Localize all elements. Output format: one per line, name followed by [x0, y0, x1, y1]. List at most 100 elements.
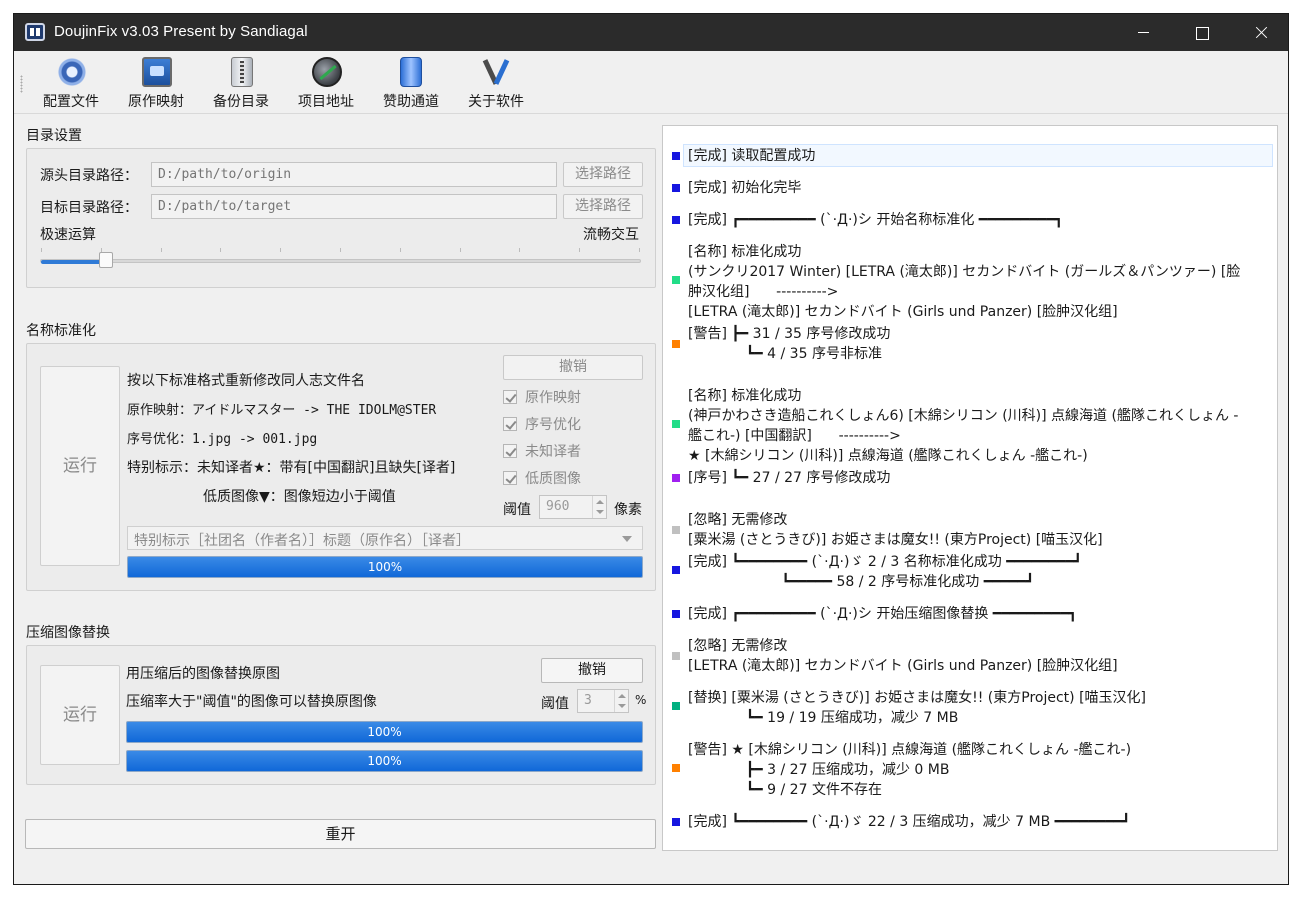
toolbar-config-button[interactable]: 配置文件 — [31, 55, 111, 111]
status-square-icon — [672, 526, 680, 534]
chevron-down-icon — [622, 536, 632, 542]
toolbar-mapping-button[interactable]: 原作映射 — [116, 55, 196, 111]
choose-source-button[interactable]: 选择路径 — [563, 162, 643, 187]
log-text: [名称] 标准化成功 (サンクリ2017 Winter) [LETRA (滝太郎… — [688, 244, 1241, 320]
status-square-icon — [672, 474, 680, 482]
source-dir-input[interactable] — [151, 162, 557, 187]
app-window: DoujinFix v3.03 Present by Sandiagal 配置文… — [13, 13, 1289, 885]
log-text: [完成] ┗━━━━━━━━ (`·Д·)ゞ 22 / 3 压缩成功，减少 7 … — [688, 814, 1131, 830]
speed-slider-track[interactable] — [40, 259, 641, 263]
status-square-icon — [672, 610, 680, 618]
name-norm-desc-5: 低质图像▼：图像短边小于阈值 — [203, 489, 396, 505]
status-square-icon — [672, 818, 680, 826]
window-title: DoujinFix v3.03 Present by Sandiagal — [54, 23, 308, 40]
option-label: 序号优化 — [525, 417, 581, 433]
status-square-icon — [672, 184, 680, 192]
close-button[interactable] — [1231, 14, 1288, 51]
slider-tick — [460, 248, 461, 252]
name-norm-progress: 100% — [127, 556, 643, 578]
backup-icon — [231, 57, 253, 87]
name-norm-threshold-spin[interactable]: 960 — [539, 495, 607, 519]
speed-left-label: 极速运算 — [40, 227, 96, 243]
option-unknown-translator[interactable]: 未知译者 — [503, 441, 581, 461]
log-text: [忽略] 无需修改 [LETRA (滝太郎)] セカンドバイト (Girls u… — [688, 638, 1118, 674]
option-low-quality[interactable]: 低质图像 — [503, 468, 581, 488]
option-number-optimize[interactable]: 序号优化 — [503, 414, 581, 434]
dir-settings-group: 源头目录路径： 选择路径 目标目录路径： 选择路径 极速运算 流畅交互 — [26, 148, 656, 288]
status-square-icon — [672, 276, 680, 284]
option-label: 未知译者 — [525, 444, 581, 460]
compress-threshold-label: 阈值 — [541, 696, 569, 712]
toolbar-label: 原作映射 — [128, 94, 184, 110]
log-text: [完成] ┏━━━━━━━━━ (`·Д·)シ 开始名称标准化 ━━━━━━━━… — [688, 212, 1064, 228]
restart-button[interactable]: 重开 — [25, 819, 656, 849]
toolbar-label: 备份目录 — [213, 94, 269, 110]
compress-threshold-unit: % — [635, 693, 647, 707]
title-bar[interactable]: DoujinFix v3.03 Present by Sandiagal — [14, 14, 1288, 51]
name-norm-run-button[interactable]: 运行 — [40, 366, 120, 566]
slider-tick — [161, 248, 162, 252]
slider-tick — [639, 248, 640, 252]
slider-tick — [340, 248, 341, 252]
minimize-button[interactable] — [1114, 14, 1172, 51]
checkbox-icon — [503, 444, 517, 458]
choose-target-button[interactable]: 选择路径 — [563, 194, 643, 219]
spin-arrows-icon[interactable] — [592, 496, 606, 518]
spin-arrows-icon[interactable] — [614, 690, 628, 712]
log-text: [警告] ★ [木綿シリコン (川科)] 点線海道 (艦隊これくしょん -艦これ… — [688, 742, 1132, 798]
threshold-value: 960 — [546, 499, 570, 514]
compress-group: 运行 用压缩后的图像替换原图 压缩率大于"阈值"的图像可以替换原图像 撤销 阈值… — [26, 645, 656, 785]
target-dir-input[interactable] — [151, 194, 557, 219]
slider-tick — [519, 248, 520, 252]
toolbar-label: 关于软件 — [468, 94, 524, 110]
name-norm-cancel-button[interactable]: 撤销 — [503, 355, 643, 380]
speed-slider-handle[interactable] — [99, 252, 113, 268]
compress-threshold-spin[interactable]: 3 — [577, 689, 629, 713]
log-text: [完成] 读取配置成功 — [688, 148, 816, 164]
compress-desc-2: 压缩率大于"阈值"的图像可以替换原图像 — [126, 694, 377, 710]
toolbar: 配置文件 原作映射 备份目录 项目地址 赞助通道 关于软件 — [14, 51, 1288, 114]
project-icon — [312, 57, 342, 87]
toolbar-grip[interactable] — [20, 75, 23, 93]
dir-settings-title: 目录设置 — [26, 128, 82, 144]
log-text: [警告] ┣━ 31 / 35 序号修改成功 ┗━ 4 / 35 序号非标准 — [688, 326, 891, 362]
compress-title: 压缩图像替换 — [26, 625, 110, 641]
log-text: [完成] 初始化完毕 — [688, 180, 802, 196]
threshold-value: 3 — [584, 693, 592, 708]
about-icon — [482, 57, 512, 87]
log-panel[interactable]: [完成] 读取配置成功 [完成] 初始化完毕 [完成] ┏━━━━━━━━━ (`·… — [662, 125, 1278, 851]
status-square-icon — [672, 566, 680, 574]
slider-tick — [579, 248, 580, 252]
toolbar-label: 赞助通道 — [383, 94, 439, 110]
format-select-value: 特别标示［社团名（作者名）］标题（原作名）［译者］ — [134, 533, 470, 549]
speed-right-label: 流畅交互 — [583, 227, 639, 243]
log-text: [序号] ┗━ 27 / 27 序号修改成功 — [688, 470, 891, 486]
slider-tick — [400, 248, 401, 252]
slider-tick — [280, 248, 281, 252]
source-dir-label: 源头目录路径： — [40, 168, 138, 184]
name-norm-desc-2: 原作映射：アイドルマスター -> THE IDOLM@STER — [127, 403, 437, 418]
gear-icon — [57, 57, 87, 87]
format-select[interactable]: 特别标示［社团名（作者名）］标题（原作名）［译者］ — [127, 526, 643, 550]
name-norm-threshold-label: 阈值 — [503, 502, 531, 518]
option-original-mapping[interactable]: 原作映射 — [503, 387, 581, 407]
status-square-icon — [672, 652, 680, 660]
name-norm-desc-3: 序号优化：1.jpg -> 001.jpg — [127, 432, 318, 447]
toolbar-project-button[interactable]: 项目地址 — [286, 55, 366, 111]
status-square-icon — [672, 702, 680, 710]
toolbar-backup-button[interactable]: 备份目录 — [201, 55, 281, 111]
compress-cancel-button[interactable]: 撤销 — [541, 658, 643, 683]
name-norm-desc-4: 特别标示：未知译者★：带有[中国翻訳]且缺失[译者] — [127, 460, 456, 476]
compress-progress-1: 100% — [126, 721, 643, 743]
toolbar-label: 配置文件 — [43, 94, 99, 110]
name-norm-threshold-unit: 像素 — [614, 502, 642, 518]
log-text: [忽略] 无需修改 [粟米湯 (さとうきび)] お姫さまは魔女!! (東方Pro… — [688, 512, 1103, 548]
toolbar-sponsor-button[interactable]: 赞助通道 — [371, 55, 451, 111]
status-square-icon — [672, 216, 680, 224]
compress-run-button[interactable]: 运行 — [40, 665, 120, 765]
app-icon — [25, 23, 45, 41]
toolbar-about-button[interactable]: 关于软件 — [456, 55, 536, 111]
name-norm-desc-1: 按以下标准格式重新修改同人志文件名 — [127, 373, 365, 389]
compress-desc-1: 用压缩后的图像替换原图 — [126, 666, 280, 682]
maximize-button[interactable] — [1172, 14, 1230, 51]
